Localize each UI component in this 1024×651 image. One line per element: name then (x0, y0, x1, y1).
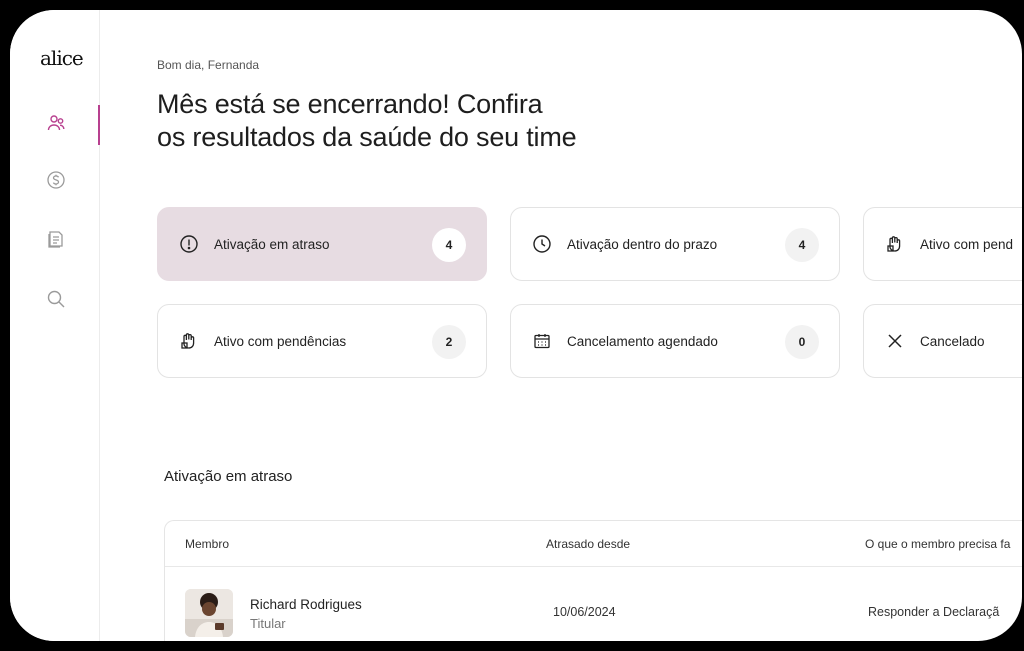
card-label: Ativação em atraso (214, 236, 330, 252)
card-label: Cancelamento agendado (567, 333, 718, 349)
greeting: Bom dia, Fernanda (157, 58, 260, 72)
search-icon (47, 290, 65, 308)
card-ativacao-dentro-do-prazo[interactable]: Ativação dentro do prazo 4 (510, 207, 840, 281)
headline-line-1: Mês está se encerrando! Confira (157, 89, 543, 119)
member-name: Richard Rodrigues (250, 597, 362, 612)
headline-line-2: os resultados da saúde do seu time (157, 122, 577, 152)
logo: alice (40, 46, 84, 70)
sidebar-item-search[interactable] (44, 287, 68, 311)
member-role: Titular (250, 616, 286, 631)
members-table: Membro Atrasado desde O que o membro pre… (164, 520, 1022, 641)
card-label: Cancelado (920, 333, 985, 349)
hand-icon (884, 233, 906, 255)
calendar-icon (531, 330, 553, 352)
app-window: alice Bom dia, Fernanda Mês está se ence… (10, 10, 1022, 641)
column-header-atrasado-desde[interactable]: Atrasado desde (546, 537, 630, 551)
sidebar-item-documents[interactable] (44, 227, 68, 251)
document-icon (48, 231, 63, 248)
card-label: Ativo com pendências (214, 333, 347, 349)
column-header-acao[interactable]: O que o membro precisa fa (865, 537, 1010, 551)
dollar-icon (47, 171, 65, 189)
alert-circle-icon (178, 233, 200, 255)
card-label: Ativo com pend (920, 236, 1014, 252)
people-icon (47, 115, 65, 131)
card-count: 2 (432, 325, 466, 359)
member-action[interactable]: Responder a Declaraçã (868, 605, 999, 619)
card-count: 0 (785, 325, 819, 359)
section-title: Ativação em atraso (164, 468, 293, 485)
overdue-since: 10/06/2024 (553, 605, 616, 619)
card-cancelamento-agendado[interactable]: Cancelamento agendado 0 (510, 304, 840, 378)
table-header-divider (165, 566, 1022, 567)
sidebar-item-people[interactable] (44, 111, 68, 135)
card-ativo-com-pendencias-partial[interactable]: Ativo com pend (863, 207, 1022, 281)
card-label: Ativação dentro do prazo (567, 236, 718, 252)
column-header-membro[interactable]: Membro (185, 537, 229, 551)
card-cancelado[interactable]: Cancelado (863, 304, 1022, 378)
card-ativo-com-pendencias[interactable]: Ativo com pendências 2 (157, 304, 487, 378)
sidebar-item-finance[interactable] (44, 168, 68, 192)
hand-icon (178, 330, 200, 352)
page-title: Mês está se encerrando! Confira os resul… (157, 88, 677, 154)
sidebar: alice (10, 10, 100, 641)
clock-icon (531, 233, 553, 255)
close-icon (884, 330, 906, 352)
avatar (185, 589, 233, 637)
main-content: Bom dia, Fernanda Mês está se encerrando… (99, 10, 1022, 641)
card-count: 4 (785, 228, 819, 262)
card-ativacao-em-atraso[interactable]: Ativação em atraso 4 (157, 207, 487, 281)
card-count: 4 (432, 228, 466, 262)
